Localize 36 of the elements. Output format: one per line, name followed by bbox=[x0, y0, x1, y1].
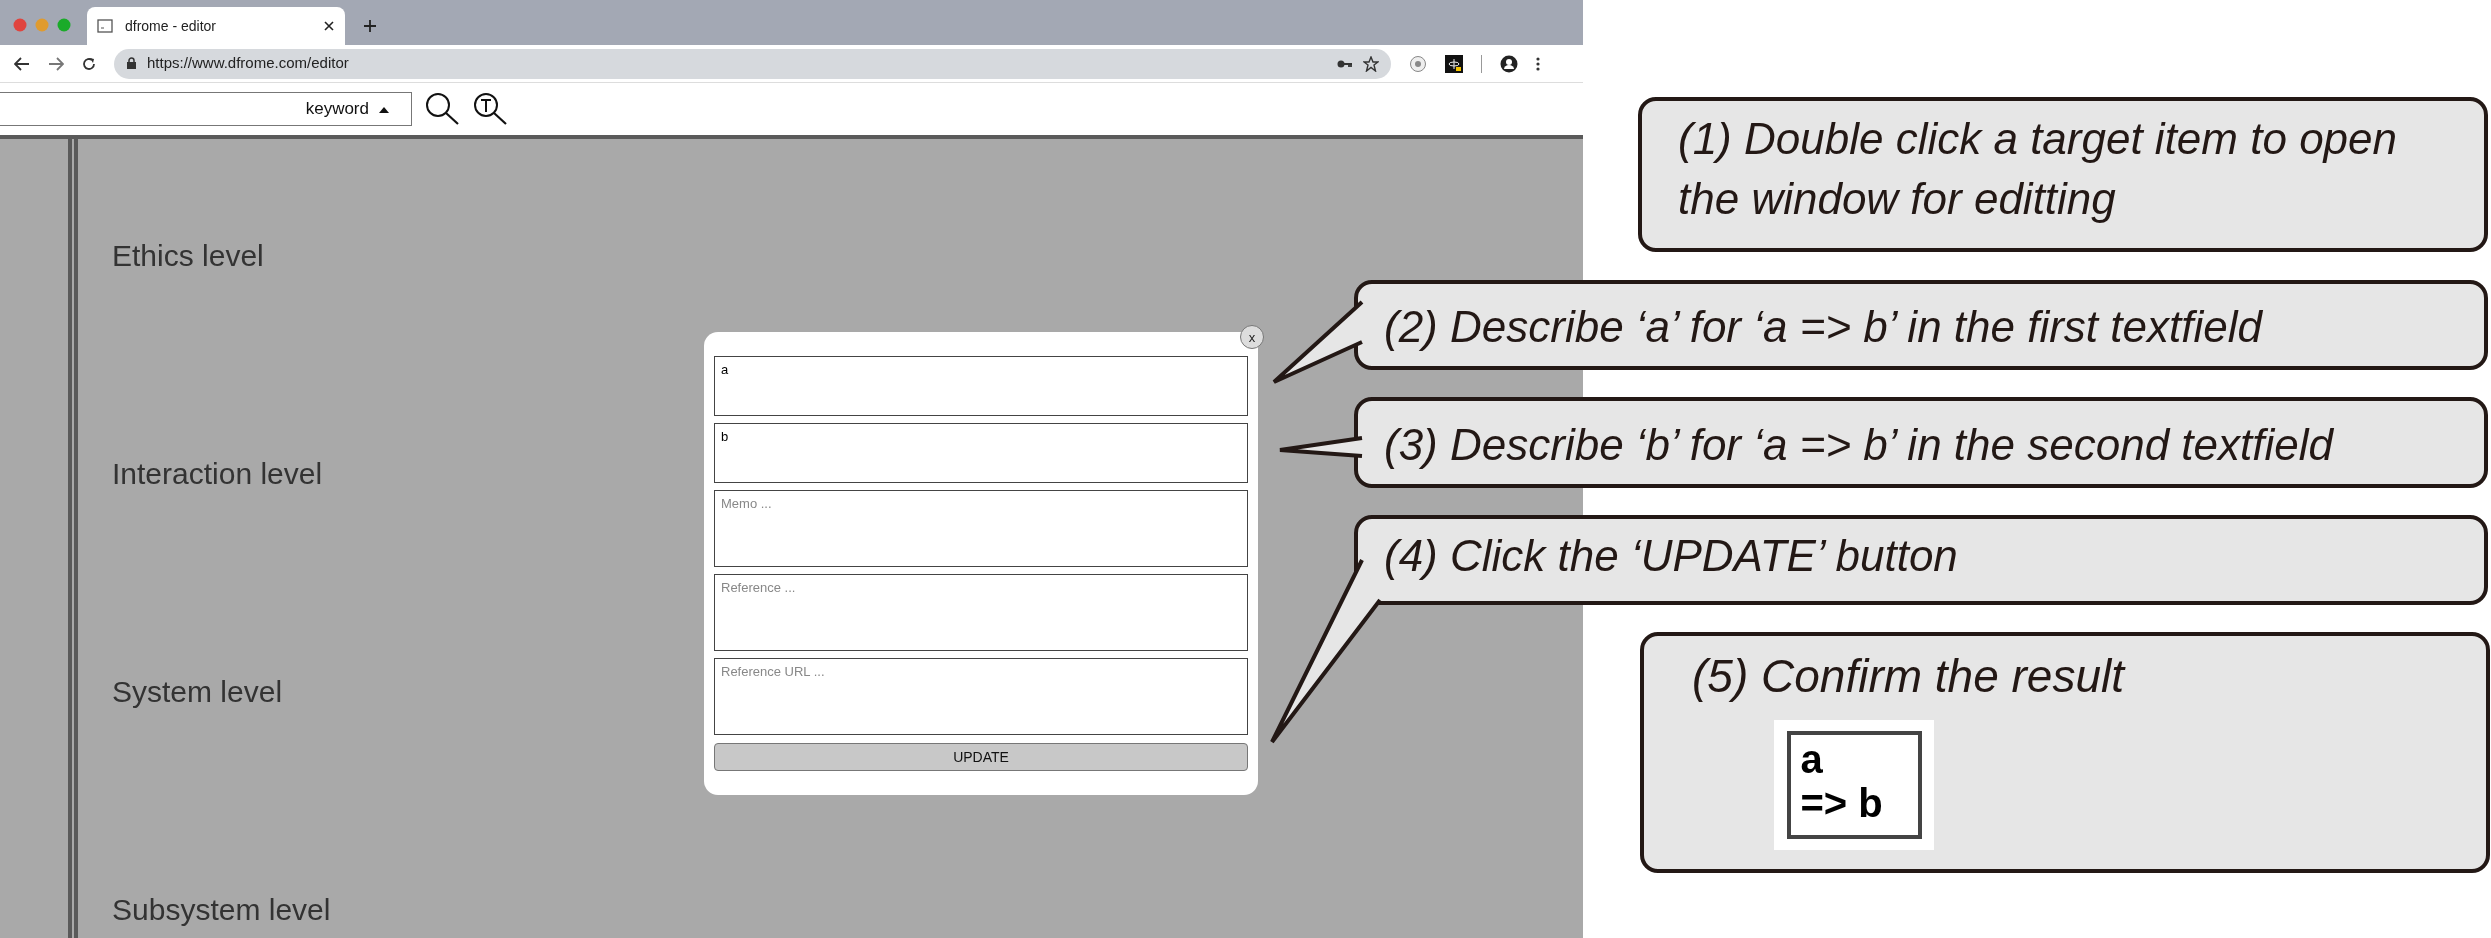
text-field[interactable]: Memo ... bbox=[714, 490, 1248, 567]
level-label: Ethics level bbox=[112, 239, 264, 272]
update-button[interactable]: UPDATE bbox=[714, 743, 1248, 771]
tab-title: dfrome - editor bbox=[125, 16, 218, 36]
text-field[interactable]: Reference URL ... bbox=[714, 658, 1248, 735]
url-text: https://www.dfrome.com/editor bbox=[147, 53, 350, 74]
level-label: Interaction level bbox=[112, 457, 323, 490]
result-node: a => b bbox=[1786, 731, 1922, 839]
reload-icon[interactable] bbox=[82, 56, 96, 71]
instruction-text: (4) Click the ‘UPDATE’ button bbox=[1384, 530, 1958, 582]
forward-arrow-icon[interactable] bbox=[48, 56, 64, 71]
menu-icon[interactable] bbox=[1536, 56, 1540, 71]
close-icon[interactable] bbox=[323, 20, 335, 32]
back-arrow-icon[interactable] bbox=[14, 56, 30, 71]
keyword-dropdown[interactable]: keyword bbox=[0, 92, 412, 126]
key-icon[interactable] bbox=[1337, 58, 1353, 69]
extension-icon[interactable] bbox=[1445, 54, 1463, 73]
level-label: Subsystem level bbox=[112, 893, 331, 926]
instruction-text: (2) Describe ‘a’ for ‘a => b’ in the first textfield bbox=[1384, 301, 2262, 353]
text-field[interactable]: Reference ... bbox=[714, 574, 1248, 651]
text-field[interactable]: a bbox=[714, 356, 1248, 416]
instruction-text: (5) Confirm the result bbox=[1692, 649, 2124, 704]
instruction-text: (1) Double click a target item to open the window for editting bbox=[1678, 113, 2399, 225]
address-bar[interactable]: https://www.dfrome.com/editor bbox=[114, 48, 1391, 79]
text-field[interactable]: b bbox=[714, 423, 1248, 483]
page-icon bbox=[97, 18, 113, 34]
text-search-icon[interactable] bbox=[472, 91, 508, 127]
star-icon[interactable] bbox=[1363, 55, 1379, 72]
profile-icon[interactable] bbox=[1500, 54, 1518, 73]
search-icon[interactable] bbox=[424, 91, 460, 127]
caret-icon bbox=[379, 105, 389, 113]
lock-icon bbox=[126, 57, 137, 70]
instruction-text: (3) Describe ‘b’ for ‘a => b’ in the second textfield bbox=[1384, 419, 2333, 471]
new-tab-icon[interactable] bbox=[363, 19, 377, 33]
browser-tab[interactable]: dfrome - editor bbox=[87, 7, 345, 45]
level-label: System level bbox=[112, 675, 283, 708]
